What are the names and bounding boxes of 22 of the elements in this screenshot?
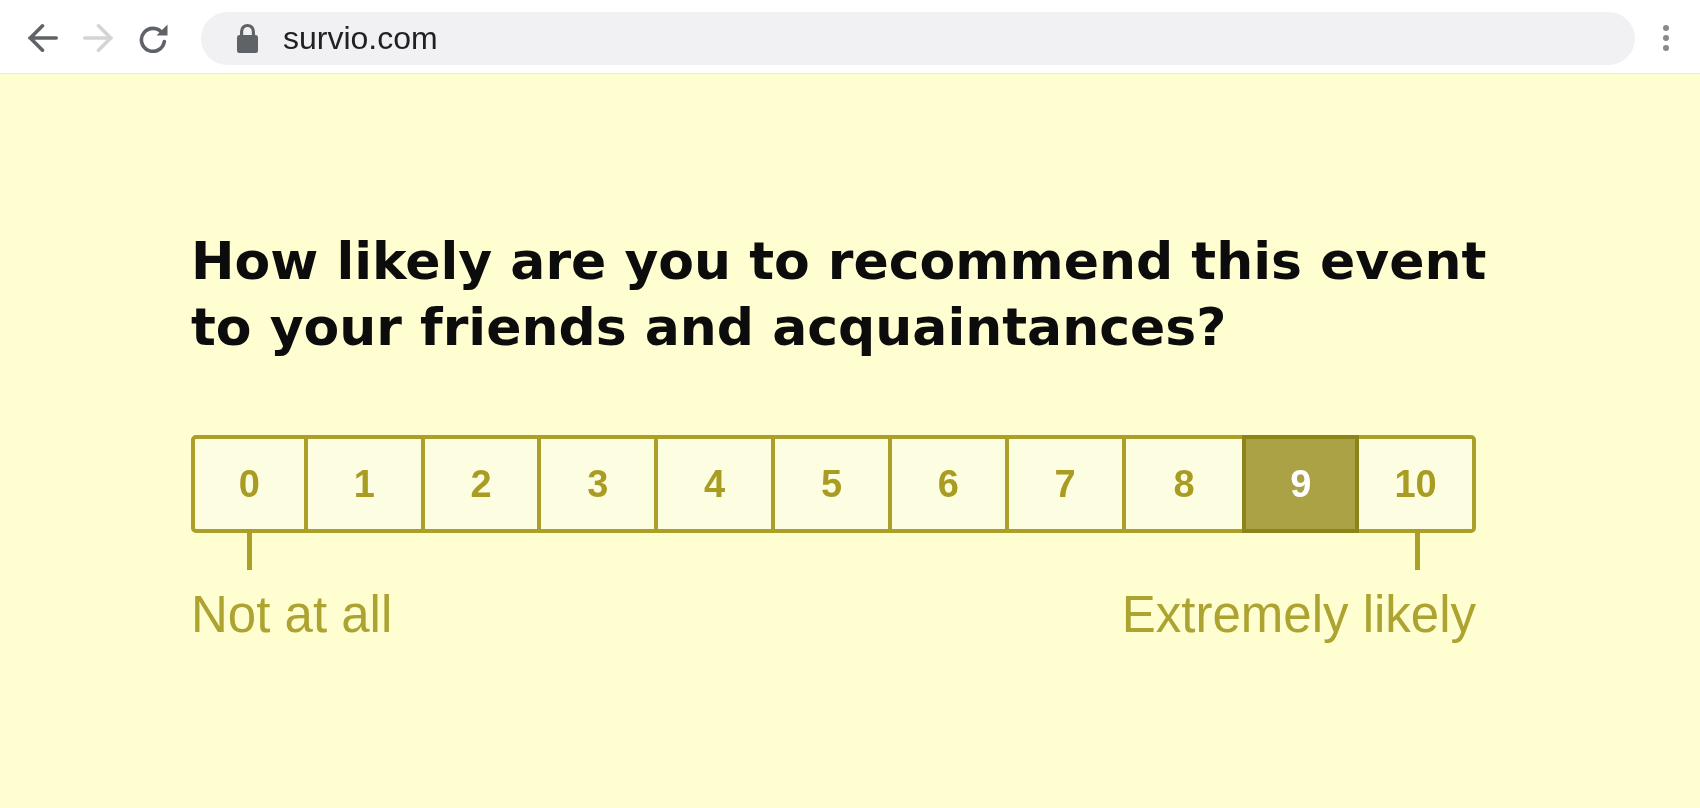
scale-max-label: Extremely likely xyxy=(1121,586,1476,644)
rating-option[interactable]: 0 xyxy=(191,435,308,533)
scale-min-label: Not at all xyxy=(191,586,393,644)
rating-option[interactable]: 5 xyxy=(775,435,892,533)
lock-icon xyxy=(237,23,258,53)
rating-option[interactable]: 1 xyxy=(307,435,425,533)
rating-option[interactable]: 8 xyxy=(1125,435,1243,533)
rating-option[interactable]: 7 xyxy=(1008,435,1126,533)
rating-option[interactable]: 9 xyxy=(1242,435,1360,533)
rating-option[interactable]: 3 xyxy=(541,435,659,533)
rating-option[interactable]: 4 xyxy=(658,435,776,533)
forward-arrow-icon xyxy=(83,23,113,53)
back-arrow-icon xyxy=(28,23,58,53)
back-button[interactable] xyxy=(26,21,60,55)
reload-icon xyxy=(138,23,168,53)
rating-option[interactable]: 2 xyxy=(424,435,542,533)
question-text: How likely are you to recommend this event to your friends and acquaintances? xyxy=(191,230,1488,359)
menu-button[interactable] xyxy=(1661,23,1671,53)
rating-option[interactable]: 10 xyxy=(1359,435,1476,533)
kebab-menu-icon xyxy=(1663,25,1669,51)
rating-option[interactable]: 6 xyxy=(891,435,1009,533)
address-bar[interactable]: survio.com xyxy=(201,11,1635,65)
